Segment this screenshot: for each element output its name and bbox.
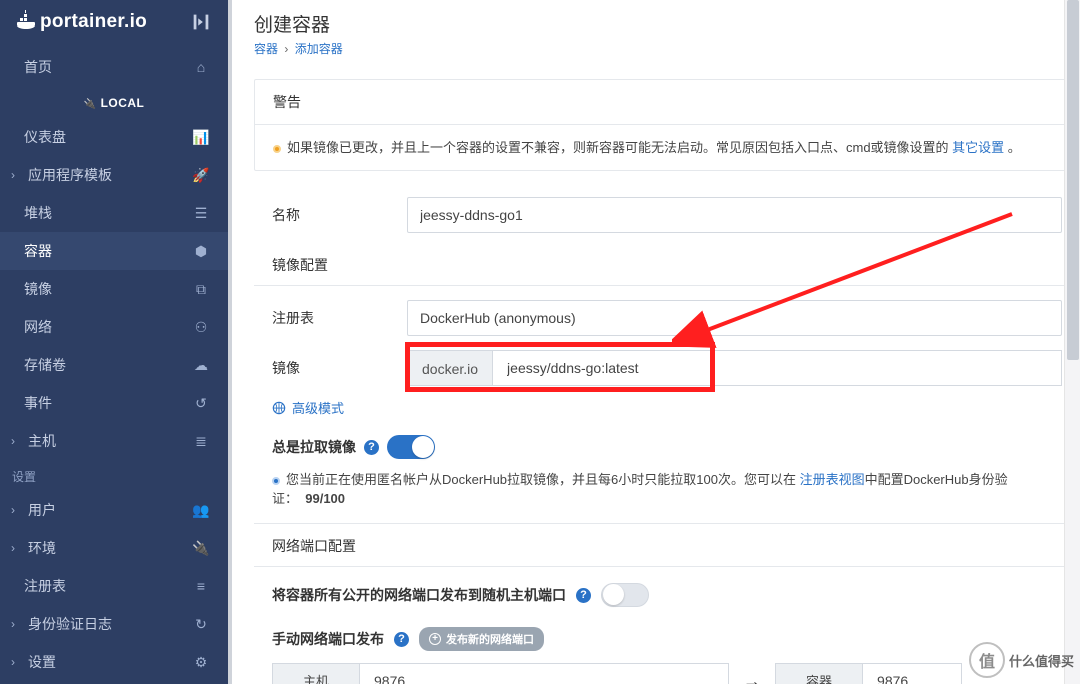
pull-quota: 99/100 bbox=[305, 491, 345, 506]
chevron-right-icon: › bbox=[6, 655, 20, 669]
sidebar-item-dashboard[interactable]: 仪表盘 📊 bbox=[0, 118, 228, 156]
rocket-icon: 🚀 bbox=[192, 167, 210, 184]
sidebar-item-environments[interactable]: ›环境 🔌 bbox=[0, 529, 228, 567]
sidebar-settings-head: 设置 bbox=[0, 460, 228, 491]
anonymous-info: 您当前正在使用匿名帐户从DockerHub拉取镜像，并且每6小时只能拉取100次… bbox=[272, 469, 1062, 507]
hdd-icon: ☁ bbox=[192, 357, 210, 374]
scrollbar[interactable] bbox=[1064, 0, 1080, 684]
advanced-mode-link[interactable]: 高级模式 bbox=[272, 398, 1062, 417]
other-settings-link[interactable]: 其它设置 bbox=[952, 140, 1004, 155]
breadcrumb: 容器 › 添加容器 bbox=[254, 40, 1058, 57]
manual-ports-label: 手动网络端口发布 bbox=[272, 629, 384, 649]
users-icon: 👥 bbox=[192, 502, 210, 519]
sidebar-item-networks[interactable]: 网络 ⚇ bbox=[0, 308, 228, 346]
name-label: 名称 bbox=[272, 205, 407, 225]
image-config-head: 镜像配置 bbox=[254, 247, 1080, 286]
always-pull-toggle[interactable] bbox=[387, 435, 435, 459]
help-icon[interactable]: ? bbox=[364, 440, 379, 455]
image-row: 镜像 docker.io bbox=[272, 350, 1062, 386]
warning-text: 如果镜像已更改，并且上一个容器的设置不兼容，则新容器可能无法启动。常见原因包括入… bbox=[255, 125, 1079, 170]
registry-label: 注册表 bbox=[272, 308, 407, 328]
page-title: 创建容器 bbox=[254, 10, 1058, 37]
breadcrumb-current: 添加容器 bbox=[295, 42, 343, 56]
scroll-thumb[interactable] bbox=[1067, 0, 1079, 360]
brand-logo[interactable]: portainer.io bbox=[14, 10, 147, 34]
brand-bar: portainer.io bbox=[0, 0, 228, 48]
tachometer-icon: 📊 bbox=[192, 129, 210, 146]
sidebar-item-images[interactable]: 镜像 ⧉ bbox=[0, 270, 228, 308]
container-port-input[interactable] bbox=[862, 663, 962, 684]
name-row: 名称 bbox=[272, 197, 1062, 233]
info-icon bbox=[272, 477, 280, 485]
chevron-right-icon: › bbox=[6, 168, 20, 182]
cog-icon: ⚙ bbox=[192, 654, 210, 671]
manual-ports-row: 手动网络端口发布 ? + 发布新的网络端口 bbox=[272, 627, 1062, 651]
history-icon: ↺ bbox=[192, 395, 210, 412]
history-icon: ↻ bbox=[192, 616, 210, 633]
help-icon[interactable]: ? bbox=[394, 632, 409, 647]
cubes-icon: ⬢ bbox=[192, 243, 210, 260]
server-icon: ≣ bbox=[192, 433, 210, 450]
plus-icon: + bbox=[429, 633, 441, 645]
sidebar: portainer.io 首页 ⌂ 🔌LOCAL 仪表盘 📊 ›应用程序模板 🚀… bbox=[0, 0, 228, 684]
sidebar-item-users[interactable]: ›用户 👥 bbox=[0, 491, 228, 529]
sitemap-icon: ⚇ bbox=[192, 319, 210, 336]
plug-icon: 🔌 bbox=[84, 99, 97, 110]
form-panel: 名称 镜像配置 注册表 DockerHub (anonymous) 镜像 doc… bbox=[254, 197, 1080, 684]
help-icon[interactable]: ? bbox=[576, 588, 591, 603]
sidebar-item-registries[interactable]: 注册表 ≡ bbox=[0, 567, 228, 605]
clone-icon: ⧉ bbox=[192, 281, 210, 298]
watermark-badge-icon: 值 bbox=[969, 642, 1005, 678]
sidebar-item-host[interactable]: ›主机 ≣ bbox=[0, 422, 228, 460]
always-pull-row: 总是拉取镜像 ? bbox=[272, 435, 1062, 459]
chevron-right-icon: › bbox=[6, 434, 20, 448]
warning-icon bbox=[273, 145, 281, 153]
sidebar-item-home[interactable]: 首页 ⌂ bbox=[0, 48, 228, 86]
sidebar-item-authlogs[interactable]: ›身份验证日志 ↻ bbox=[0, 605, 228, 643]
globe-icon bbox=[272, 401, 286, 415]
sidebar-item-templates[interactable]: ›应用程序模板 🚀 bbox=[0, 156, 228, 194]
ports-section-head: 网络端口配置 bbox=[254, 523, 1080, 567]
chevron-right-icon: › bbox=[6, 617, 20, 631]
page-header: 创建容器 容器 › 添加容器 bbox=[232, 0, 1080, 65]
arrow-icon: → bbox=[743, 671, 761, 684]
image-label: 镜像 bbox=[272, 358, 407, 378]
publish-all-row: 将容器所有公开的网络端口发布到随机主机端口 ? bbox=[272, 583, 1062, 607]
host-port-label: 主机 bbox=[272, 663, 359, 684]
container-name-input[interactable] bbox=[407, 197, 1062, 233]
chevron-right-icon: › bbox=[6, 503, 20, 517]
host-port-input[interactable] bbox=[359, 663, 729, 684]
breadcrumb-containers[interactable]: 容器 bbox=[254, 42, 278, 56]
registry-row: 注册表 DockerHub (anonymous) bbox=[272, 300, 1062, 336]
plug-icon: 🔌 bbox=[192, 540, 210, 557]
registry-select[interactable]: DockerHub (anonymous) bbox=[407, 300, 1062, 336]
sidebar-item-volumes[interactable]: 存储卷 ☁ bbox=[0, 346, 228, 384]
database-icon: ≡ bbox=[192, 578, 210, 594]
ship-icon bbox=[14, 10, 38, 34]
brand-text: portainer.io bbox=[40, 11, 147, 33]
warning-panel: 警告 如果镜像已更改，并且上一个容器的设置不兼容，则新容器可能无法启动。常见原因… bbox=[254, 79, 1080, 171]
publish-all-toggle[interactable] bbox=[601, 583, 649, 607]
warning-title: 警告 bbox=[255, 80, 1079, 125]
sidebar-item-settings[interactable]: ›设置 ⚙ bbox=[0, 643, 228, 681]
main-content: 创建容器 容器 › 添加容器 警告 如果镜像已更改，并且上一个容器的设置不兼容，… bbox=[228, 0, 1080, 684]
publish-all-label: 将容器所有公开的网络端口发布到随机主机端口 bbox=[272, 585, 566, 605]
collapse-dock-icon[interactable] bbox=[190, 11, 212, 33]
chevron-right-icon: › bbox=[6, 541, 20, 555]
registry-view-link[interactable]: 注册表视图 bbox=[800, 472, 865, 487]
image-prefix: docker.io bbox=[407, 350, 492, 386]
publish-new-port-button[interactable]: + 发布新的网络端口 bbox=[419, 627, 544, 651]
home-icon: ⌂ bbox=[192, 59, 210, 75]
port-mapping-row: 主机 → 容器 bbox=[272, 663, 1062, 684]
watermark: 值 什么值得买 bbox=[969, 642, 1074, 678]
image-name-input[interactable] bbox=[492, 350, 1062, 386]
sidebar-local-label: 🔌LOCAL bbox=[0, 86, 228, 118]
container-port-label: 容器 bbox=[775, 663, 862, 684]
always-pull-label: 总是拉取镜像 bbox=[272, 437, 356, 457]
sidebar-item-stacks[interactable]: 堆栈 ☰ bbox=[0, 194, 228, 232]
list-icon: ☰ bbox=[192, 205, 210, 222]
sidebar-item-events[interactable]: 事件 ↺ bbox=[0, 384, 228, 422]
sidebar-item-containers[interactable]: 容器 ⬢ bbox=[0, 232, 228, 270]
